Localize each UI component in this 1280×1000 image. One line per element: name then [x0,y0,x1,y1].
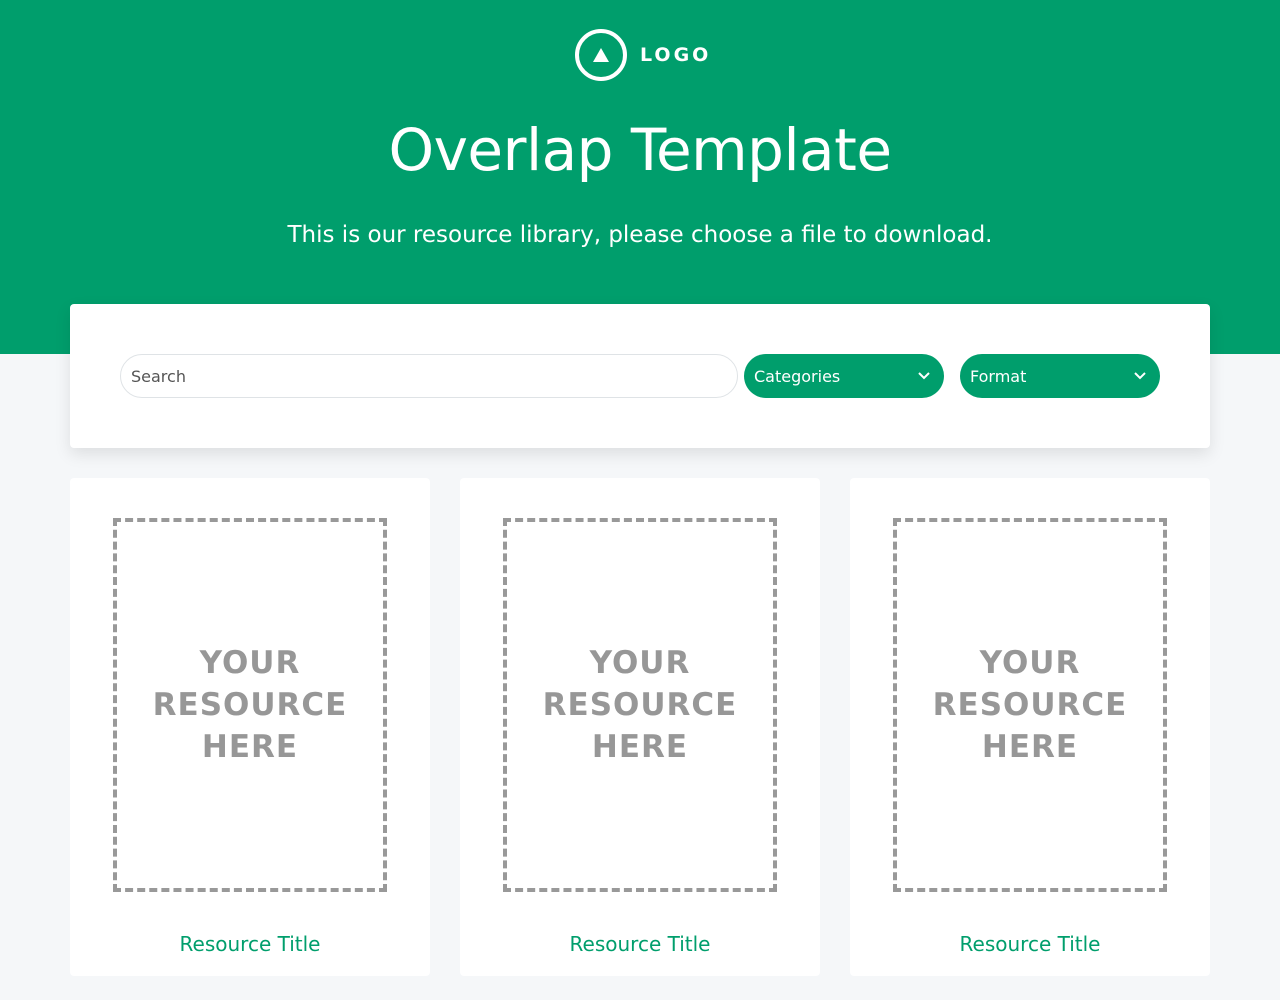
resource-placeholder-text: YOUR RESOURCE HERE [542,645,738,765]
page: LOGO Overlap Template This is our resour… [0,0,1280,1000]
resource-thumbnail[interactable]: YOUR RESOURCE HERE [893,518,1167,892]
hero-banner: LOGO Overlap Template This is our resour… [0,0,1280,354]
logo-triangle-icon [575,29,627,81]
format-dropdown[interactable]: Format [960,354,1160,398]
resource-thumbnail[interactable]: YOUR RESOURCE HERE [503,518,777,892]
resource-card[interactable]: YOUR RESOURCE HERE Resource Title [460,478,820,976]
logo-text: LOGO [640,44,712,66]
page-subtitle: This is our resource library, please cho… [287,222,993,248]
resource-title-link[interactable]: Resource Title [70,932,430,956]
logo[interactable]: LOGO [575,29,711,81]
categories-dropdown-label: Categories [754,366,841,386]
search-input[interactable] [120,354,738,398]
page-title: Overlap Template [388,116,892,184]
resource-title-link[interactable]: Resource Title [460,932,820,956]
chevron-down-icon [1134,372,1146,380]
resource-card[interactable]: YOUR RESOURCE HERE Resource Title [70,478,430,976]
resource-placeholder-text: YOUR RESOURCE HERE [932,645,1128,765]
resource-title-link[interactable]: Resource Title [850,932,1210,956]
format-dropdown-label: Format [970,366,1027,386]
resource-thumbnail[interactable]: YOUR RESOURCE HERE [113,518,387,892]
resource-card[interactable]: YOUR RESOURCE HERE Resource Title [850,478,1210,976]
resource-placeholder-text: YOUR RESOURCE HERE [152,645,348,765]
filter-panel: Categories Format [70,304,1210,448]
chevron-down-icon [918,372,930,380]
categories-dropdown[interactable]: Categories [744,354,944,398]
